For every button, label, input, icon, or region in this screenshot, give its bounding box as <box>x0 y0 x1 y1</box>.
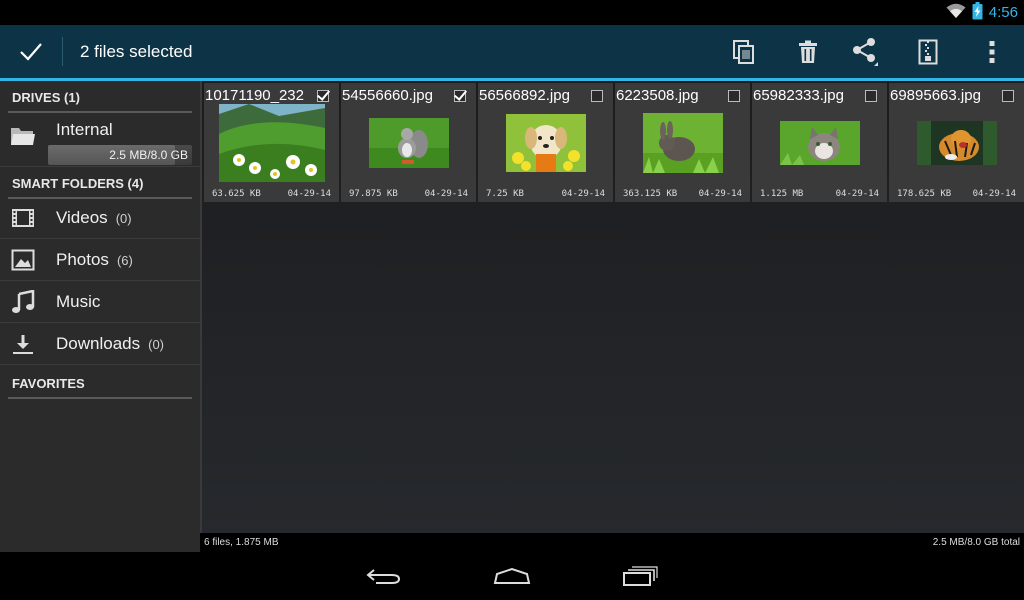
file-checkbox[interactable] <box>317 90 329 102</box>
home-button[interactable] <box>472 552 552 600</box>
smart-folder-label: Downloads (0) <box>56 334 164 353</box>
file-tile[interactable]: 10171190_232 63.625 KB 04-29-14 <box>204 83 339 202</box>
meadow-thumbnail <box>218 104 325 186</box>
share-icon <box>853 37 878 66</box>
smart-folder-music[interactable]: Music <box>0 281 200 323</box>
divider <box>62 37 63 66</box>
clock: 4:56 <box>988 4 1018 21</box>
favorites-header: FAVORITES <box>8 369 192 399</box>
smart-folder-count: (0) <box>148 337 164 352</box>
status-icons: 4:56 <box>946 1 1018 24</box>
file-tile[interactable]: 6223508.jpg 363.125 KB 04-29-14 <box>615 83 750 202</box>
share-button[interactable] <box>836 25 896 78</box>
back-icon <box>366 569 401 584</box>
smart-folder-downloads[interactable]: Downloads (0) <box>0 323 200 365</box>
file-checkbox[interactable] <box>591 90 603 102</box>
file-tile[interactable]: 65982333.jpg 1.125 MB 04-29-14 <box>752 83 887 202</box>
image-icon <box>10 248 36 272</box>
smart-folder-photos[interactable]: Photos (6) <box>0 239 200 281</box>
copy-button[interactable] <box>714 25 774 78</box>
delete-button[interactable] <box>778 25 838 78</box>
archive-icon <box>918 39 938 64</box>
tiger-thumbnail <box>916 121 997 169</box>
overflow-menu-icon <box>989 40 995 63</box>
smart-folders-header: SMART FOLDERS (4) <box>8 169 192 199</box>
file-grid: 10171190_232 63.625 KB 04-29-14 54556660… <box>204 83 1024 202</box>
smart-folder-videos[interactable]: Videos (0) <box>0 197 200 239</box>
wifi-icon <box>946 3 966 23</box>
drive-usage-bar: 2.5 MB/8.0 GB <box>48 145 192 165</box>
archive-button[interactable] <box>898 25 958 78</box>
cat-thumbnail <box>779 121 860 169</box>
selection-title: 2 files selected <box>80 42 193 61</box>
home-icon <box>493 567 531 584</box>
done-button[interactable] <box>0 25 62 78</box>
file-name: 56566892.jpg <box>479 87 570 104</box>
storage-status-bar: 6 files, 1.875 MB 2.5 MB/8.0 GB total <box>200 533 1024 552</box>
smart-folder-label: Videos (0) <box>56 208 132 227</box>
copy-icon <box>733 39 754 64</box>
status-bar: 4:56 <box>0 0 1024 25</box>
file-size: 1.125 MB <box>760 189 804 199</box>
rabbit-thumbnail <box>642 113 723 177</box>
file-size: 7.25 KB <box>486 189 524 199</box>
folder-icon <box>10 124 36 148</box>
file-checkbox[interactable] <box>1002 90 1014 102</box>
file-date: 04-29-14 <box>287 189 331 199</box>
recent-apps-icon <box>623 566 658 586</box>
back-button[interactable] <box>344 552 424 600</box>
smart-folder-label: Music <box>56 292 101 311</box>
file-checkbox[interactable] <box>454 90 466 102</box>
smart-folder-count: (6) <box>116 253 133 268</box>
file-checkbox[interactable] <box>865 90 877 102</box>
sidebar: DRIVES (1) Internal 2.5 MB/8.0 GB SMART … <box>0 81 200 552</box>
recent-apps-button[interactable] <box>600 552 680 600</box>
file-name: 69895663.jpg <box>890 87 981 104</box>
done-check-icon <box>20 42 42 61</box>
file-name: 6223508.jpg <box>616 87 699 104</box>
smart-folder-count: (0) <box>115 211 132 226</box>
squirrel-thumbnail <box>368 118 449 172</box>
file-date: 04-29-14 <box>561 189 605 199</box>
file-name: 65982333.jpg <box>753 87 844 104</box>
contextual-action-bar: 2 files selected <box>0 25 1024 78</box>
file-count-summary: 6 files, 1.875 MB <box>204 537 279 548</box>
system-navigation-bar <box>0 552 1024 600</box>
drives-header: DRIVES (1) <box>8 83 192 113</box>
file-size: 97.875 KB <box>349 189 398 199</box>
puppy-thumbnail <box>505 114 586 176</box>
overflow-menu-button[interactable] <box>962 25 1022 78</box>
drive-usage-text: 2.5 MB/8.0 GB <box>109 148 188 162</box>
file-tile[interactable]: 56566892.jpg 7.25 KB 04-29-14 <box>478 83 613 202</box>
download-icon <box>10 332 36 356</box>
file-date: 04-29-14 <box>698 189 742 199</box>
drive-label: Internal <box>56 120 113 139</box>
file-date: 04-29-14 <box>835 189 879 199</box>
battery-charging-icon <box>972 1 983 24</box>
music-note-icon <box>10 290 36 314</box>
smart-folder-label: Photos (6) <box>56 250 133 269</box>
file-tile[interactable]: 54556660.jpg 97.875 KB 04-29-14 <box>341 83 476 202</box>
file-date: 04-29-14 <box>972 189 1016 199</box>
file-tile[interactable]: 69895663.jpg 178.625 KB 04-29-14 <box>889 83 1024 202</box>
delete-icon <box>799 40 817 63</box>
file-size: 363.125 KB <box>623 189 678 199</box>
file-size: 178.625 KB <box>897 189 952 199</box>
file-checkbox[interactable] <box>728 90 740 102</box>
file-name: 54556660.jpg <box>342 87 433 104</box>
storage-total: 2.5 MB/8.0 GB total <box>932 537 1020 548</box>
file-size: 63.625 KB <box>212 189 261 199</box>
drive-internal[interactable]: Internal 2.5 MB/8.0 GB <box>0 115 200 167</box>
file-date: 04-29-14 <box>424 189 468 199</box>
file-browser-pane: 10171190_232 63.625 KB 04-29-14 54556660… <box>200 81 1024 533</box>
film-icon <box>10 206 36 230</box>
